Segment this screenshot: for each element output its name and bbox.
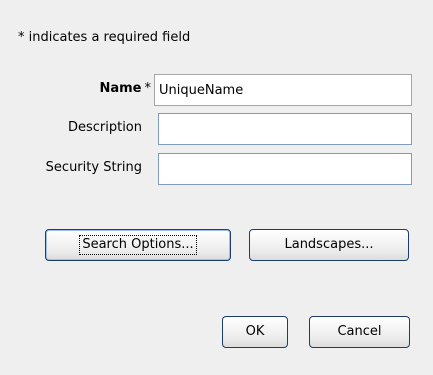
description-label: Description bbox=[67, 120, 142, 135]
search-options-button[interactable]: Search Options... bbox=[45, 229, 231, 261]
search-options-label: Search Options... bbox=[79, 235, 197, 255]
required-marker: * bbox=[144, 81, 152, 96]
security-string-input[interactable] bbox=[158, 153, 412, 185]
name-input[interactable] bbox=[154, 74, 412, 106]
dialog: * indicates a required field Name* Descr… bbox=[0, 0, 433, 375]
name-row: Name * bbox=[0, 74, 433, 106]
security-string-row: Security String bbox=[0, 153, 433, 185]
cancel-button[interactable]: Cancel bbox=[309, 316, 410, 348]
name-label-group: Name * bbox=[99, 81, 151, 96]
description-row: Description bbox=[0, 113, 433, 145]
ok-button[interactable]: OK bbox=[222, 316, 288, 348]
landscapes-button[interactable]: Landscapes... bbox=[249, 229, 409, 261]
name-label: Name bbox=[99, 81, 142, 96]
description-input[interactable] bbox=[158, 113, 412, 145]
security-string-label: Security String bbox=[45, 160, 142, 175]
required-field-note: * indicates a required field bbox=[18, 30, 191, 45]
